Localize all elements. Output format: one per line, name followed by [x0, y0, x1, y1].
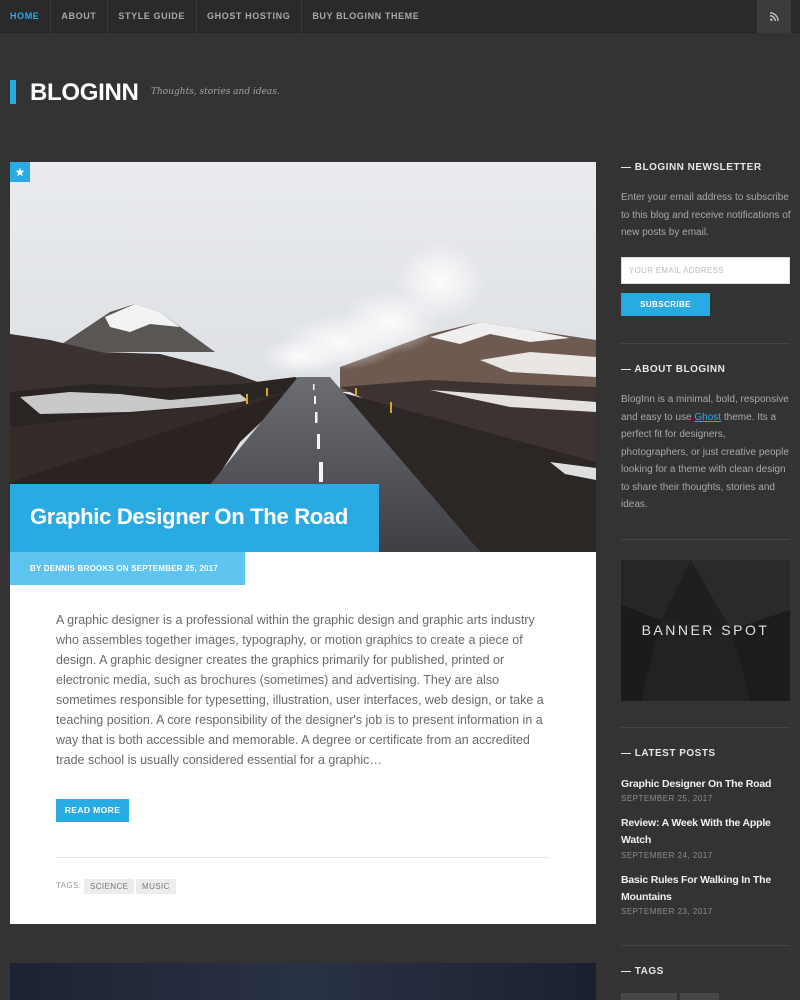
- nav-item-ghost-hosting[interactable]: GHOST HOSTING: [197, 0, 303, 33]
- latest-post-title[interactable]: Basic Rules For Walking In The Mountains: [621, 872, 789, 906]
- latest-post-title[interactable]: Graphic Designer On The Road: [621, 776, 789, 793]
- next-post-image[interactable]: [10, 963, 596, 1000]
- banner-spot[interactable]: BANNER SPOT: [621, 560, 790, 701]
- newsletter-text: Enter your email address to subscribe to…: [621, 192, 791, 238]
- tag-music[interactable]: MUSIC: [136, 879, 176, 894]
- latest-post-title[interactable]: Review: A Week With the Apple Watch: [621, 815, 789, 849]
- email-input[interactable]: YOUR EMAIL ADDRESS: [621, 257, 790, 284]
- latest-post-date: SEPTEMBER 25, 2017: [621, 794, 713, 803]
- sidebar-tag[interactable]: [621, 993, 677, 1000]
- post-title-box: Graphic Designer On The Road: [10, 484, 379, 552]
- nav-item-style-guide[interactable]: STYLE GUIDE: [108, 0, 198, 33]
- tags-label: TAGS:: [56, 881, 82, 890]
- sidebar-divider: [621, 343, 790, 344]
- post-meta: BY DENNIS BROOKS ON SEPTEMBER 25, 2017: [10, 552, 245, 585]
- rss-button[interactable]: [757, 0, 791, 33]
- nav-menu: HOME ABOUT STYLE GUIDE GHOST HOSTING BUY…: [0, 0, 430, 33]
- nav-item-home[interactable]: HOME: [0, 0, 52, 33]
- top-navigation: HOME ABOUT STYLE GUIDE GHOST HOSTING BUY…: [0, 0, 800, 33]
- sidebar-divider: [621, 727, 790, 728]
- site-tagline: Thoughts, stories and ideas.: [151, 87, 280, 97]
- tag-science[interactable]: SCIENCE: [84, 879, 135, 894]
- star-icon: [15, 167, 25, 177]
- latest-post-date: SEPTEMBER 24, 2017: [621, 851, 713, 860]
- tags-heading: — TAGS: [621, 966, 664, 977]
- nav-item-about[interactable]: ABOUT: [51, 0, 109, 33]
- ghost-link[interactable]: Ghost: [694, 412, 721, 423]
- about-heading: — ABOUT BLOGINN: [621, 364, 726, 375]
- rss-icon: [769, 12, 779, 21]
- post-excerpt: A graphic designer is a professional wit…: [56, 613, 544, 767]
- post-divider: [56, 857, 550, 858]
- nav-item-buy-theme[interactable]: BUY BLOGINN THEME: [302, 0, 430, 33]
- subscribe-button[interactable]: SUBSCRIBE: [621, 293, 710, 316]
- latest-post-date: SEPTEMBER 23, 2017: [621, 907, 713, 916]
- about-text: BlogInn is a minimal, bold, responsive a…: [621, 391, 791, 514]
- newsletter-heading: — BLOGINN NEWSLETTER: [621, 162, 762, 173]
- sidebar-divider: [621, 945, 790, 946]
- brand-accent-bar: [10, 80, 16, 104]
- site-logo[interactable]: BLOGINN: [30, 79, 139, 107]
- featured-badge: [10, 162, 30, 182]
- latest-posts-heading: — LATEST POSTS: [621, 748, 716, 759]
- sidebar-divider: [621, 539, 790, 540]
- post-title[interactable]: Graphic Designer On The Road: [30, 504, 348, 530]
- about-text-end: theme. Its a perfect fit for designers, …: [621, 411, 789, 511]
- sidebar-tag[interactable]: [680, 993, 719, 1000]
- post-card: Graphic Designer On The Road BY DENNIS B…: [10, 162, 596, 924]
- banner-text: BANNER SPOT: [641, 622, 770, 638]
- read-more-button[interactable]: READ MORE: [56, 799, 129, 822]
